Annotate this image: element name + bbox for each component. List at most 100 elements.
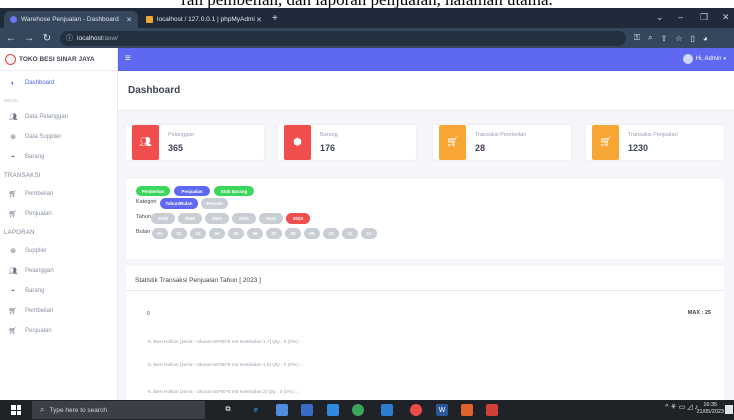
year-chip[interactable]: 2022 xyxy=(259,213,283,224)
year-chip-selected[interactable]: 2023 xyxy=(286,213,310,224)
sidebar-item-pembelian[interactable]: 🛒︎ Pembelian xyxy=(0,184,117,204)
edge-icon[interactable]: e xyxy=(250,404,262,416)
top-navbar: ≡ Hi, Admin ▾ xyxy=(118,48,734,71)
month-chip[interactable]: 03 xyxy=(190,228,206,239)
dashboard-icon: ◐ xyxy=(10,79,16,87)
month-chip[interactable]: 05 xyxy=(228,228,244,239)
sidebar-item-laporan-pelanggan[interactable]: 👥︎ Pelanggan xyxy=(0,261,117,281)
app-icon[interactable] xyxy=(486,404,498,416)
sidebar-item-laporan-supplier[interactable]: ⊛ Supplier xyxy=(0,241,117,261)
word-icon[interactable]: W xyxy=(436,404,448,416)
month-chip[interactable]: 09 xyxy=(304,228,320,239)
close-tab-icon[interactable]: ✕ xyxy=(256,16,262,24)
stok-barang-button[interactable]: Stok Barang xyxy=(214,186,254,196)
month-chip[interactable]: 12 xyxy=(361,228,377,239)
paint-icon[interactable] xyxy=(381,404,393,416)
site-info-icon[interactable]: ⓘ xyxy=(66,33,73,43)
notifications-icon[interactable] xyxy=(725,405,733,414)
new-tab-icon[interactable]: + xyxy=(272,13,278,24)
media-icon[interactable] xyxy=(410,404,422,416)
month-chip[interactable]: 04 xyxy=(209,228,225,239)
avatar xyxy=(682,54,693,64)
maximize-icon[interactable]: ❐ xyxy=(700,12,708,23)
stat-card-barang[interactable]: ⬢ Barang 176 xyxy=(278,125,416,160)
year-chip[interactable]: 2020 xyxy=(178,213,202,224)
stat-value: 28 xyxy=(475,143,486,153)
chrome-icon[interactable] xyxy=(352,404,364,416)
year-chip[interactable]: 2019 xyxy=(151,213,175,224)
minimize-icon[interactable]: – xyxy=(678,12,683,22)
browser-tab-strip: Warehose Penjualan - Dashboard ✕ localho… xyxy=(0,8,734,28)
taskbar-clock[interactable]: 16:35 21/05/2023 xyxy=(696,402,724,416)
bookmark-star-icon[interactable]: ☆ xyxy=(675,34,682,43)
forward-icon[interactable]: → xyxy=(22,33,36,44)
key-icon[interactable]: ⚿ xyxy=(634,33,640,43)
task-view-icon[interactable]: ⧉ xyxy=(222,404,234,416)
phpmyadmin-favicon-icon xyxy=(146,16,153,23)
main-content: Dashboard 👥︎ Pelanggan 365 ⬢ Barang 176 … xyxy=(118,71,734,400)
sidebar-item-data-pelanggan[interactable]: 👥︎ Data Pelanggan xyxy=(0,107,117,127)
filter-panel: Pembelian Penjualan Stok Barang Kategori… xyxy=(126,179,724,259)
kategori-label: Kategori xyxy=(136,199,157,205)
store-icon[interactable] xyxy=(301,404,313,416)
xampp-icon[interactable] xyxy=(461,404,473,416)
reload-icon[interactable]: ↻ xyxy=(40,33,54,44)
mail-icon[interactable] xyxy=(327,404,339,416)
os-taskbar: ⌕ Type here to search ⧉ e W ^ ⚘ ▭ ◿ ♪ 16… xyxy=(0,400,734,420)
share-icon[interactable]: ⇪ xyxy=(661,34,668,43)
url-path: /asw/ xyxy=(102,34,118,42)
month-chip[interactable]: 01 xyxy=(152,228,168,239)
sidebar-section-transaksi: TRANSAKSI xyxy=(4,172,41,179)
sidebar-item-barang[interactable]: ◓ Barang xyxy=(0,147,117,167)
stat-card-transaksi-pembelian[interactable]: 🛒︎ Transaksi Pembelian 28 xyxy=(433,125,571,160)
sidebar-item-laporan-pembelian[interactable]: 🛒︎ Pembelian xyxy=(0,301,117,321)
hamburger-menu-icon[interactable]: ≡ xyxy=(125,53,131,64)
search-placeholder: Type here to search xyxy=(49,406,107,414)
close-tab-icon[interactable]: ✕ xyxy=(126,16,132,24)
close-window-icon[interactable]: ✕ xyxy=(722,12,730,23)
stat-card-pelanggan[interactable]: 👥︎ Pelanggan 365 xyxy=(126,125,264,160)
tab-dashboard[interactable]: Warehose Penjualan - Dashboard ✕ xyxy=(4,11,138,28)
cart-icon: 🛒︎ xyxy=(8,211,18,218)
sidebar-item-data-supplier[interactable]: ⊛ Data Supplier xyxy=(0,127,117,147)
cart-icon: 🛒︎ xyxy=(592,125,619,160)
sidebar-item-penjualan[interactable]: 🛒︎ Penjualan xyxy=(0,204,117,224)
profile-icon[interactable]: ◕ xyxy=(703,34,708,43)
box-icon: ◓ xyxy=(10,153,16,161)
windows-start-icon[interactable] xyxy=(11,405,21,415)
sidebar-item-laporan-barang[interactable]: ◓ Barang xyxy=(0,281,117,301)
month-chip[interactable]: 08 xyxy=(285,228,301,239)
stat-value: 1230 xyxy=(628,143,649,153)
scale-min-label: 0 xyxy=(147,311,150,317)
site-favicon-icon xyxy=(10,16,17,23)
back-icon[interactable]: ← xyxy=(4,33,18,44)
explorer-icon[interactable] xyxy=(276,404,288,416)
sidebar-item-dashboard[interactable]: ◐ Dashboard xyxy=(0,73,117,93)
tab-label: localhost / 127.0.0.1 | phpMyAdmi xyxy=(157,16,255,23)
month-chip[interactable]: 06 xyxy=(247,228,263,239)
year-chip[interactable]: 2021 xyxy=(232,213,256,224)
pembelian-button[interactable]: Pembelian xyxy=(136,186,170,196)
user-menu[interactable]: Hi, Admin ▾ xyxy=(682,54,726,64)
month-chip[interactable]: 02 xyxy=(171,228,187,239)
supplier-icon: ⊛ xyxy=(10,134,16,141)
url-field[interactable]: ⓘ localhost /asw/ xyxy=(60,30,626,46)
month-chip[interactable]: 07 xyxy=(266,228,282,239)
brand[interactable]: TOKO BESI SINAR JAYA xyxy=(0,48,117,71)
kategori-periode-chip[interactable]: Periode xyxy=(201,198,228,209)
year-chip[interactable]: 2021 xyxy=(205,213,229,224)
zoom-icon[interactable]: ⌕ xyxy=(648,33,652,43)
stat-card-transaksi-penjualan[interactable]: 🛒︎ Transaksi Penjualan 1230 xyxy=(586,125,724,160)
tab-phpmyadmin[interactable]: localhost / 127.0.0.1 | phpMyAdmi ✕ xyxy=(140,11,268,28)
kategori-tahun-bulan-chip[interactable]: Tahun/Bulan xyxy=(160,198,198,209)
sidepanel-icon[interactable]: ▯ xyxy=(690,34,694,43)
list-item: 6. Besi Hollow [Jenis:- Ukuran:60*60*6 m… xyxy=(148,363,304,368)
system-tray-icons[interactable]: ^ ⚘ ▭ ◿ ♪ xyxy=(665,403,698,411)
penjualan-button[interactable]: Penjualan xyxy=(174,186,210,196)
month-chip[interactable]: 11 xyxy=(342,228,358,239)
month-chip[interactable]: 10 xyxy=(323,228,339,239)
screen: ran pembelian, dan laporan penjualan, ha… xyxy=(0,0,734,420)
tab-search-chevron-icon[interactable]: ⌄ xyxy=(656,12,664,23)
taskbar-search-input[interactable]: ⌕ Type here to search xyxy=(32,401,205,419)
sidebar-item-laporan-penjualan[interactable]: 🛒︎ Penjualan xyxy=(0,321,117,341)
